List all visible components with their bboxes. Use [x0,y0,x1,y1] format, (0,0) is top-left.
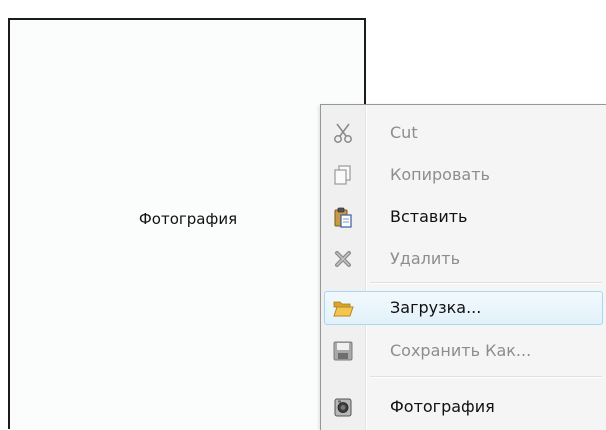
camera-icon [332,396,354,418]
context-menu: Cut Копировать Вставить Удалить Загрузка… [320,104,606,430]
menu-item-cut-label: Cut [390,123,418,142]
menu-item-load[interactable]: Загрузка... [324,291,603,325]
menu-item-save-as-label: Сохранить Как... [390,341,532,360]
menu-item-copy[interactable]: Копировать [324,158,603,192]
menu-separator [370,282,602,284]
menu-item-paste-label: Вставить [390,207,468,226]
delete-icon [332,248,354,270]
menu-item-delete-label: Удалить [390,249,460,268]
menu-item-cut[interactable]: Cut [324,116,603,150]
menu-item-load-label: Загрузка... [390,298,482,317]
menu-item-photo[interactable]: Фотография [324,390,603,424]
menu-item-paste[interactable]: Вставить [324,200,603,234]
scissors-icon [332,122,354,144]
folder-open-icon [332,297,354,319]
menu-item-delete[interactable]: Удалить [324,242,603,276]
paste-icon [332,206,354,228]
save-icon [332,340,354,362]
menu-item-photo-label: Фотография [390,397,495,416]
menu-item-save-as[interactable]: Сохранить Как... [324,334,603,368]
menu-item-copy-label: Копировать [390,165,490,184]
menu-separator [370,376,602,378]
copy-icon [332,164,354,186]
